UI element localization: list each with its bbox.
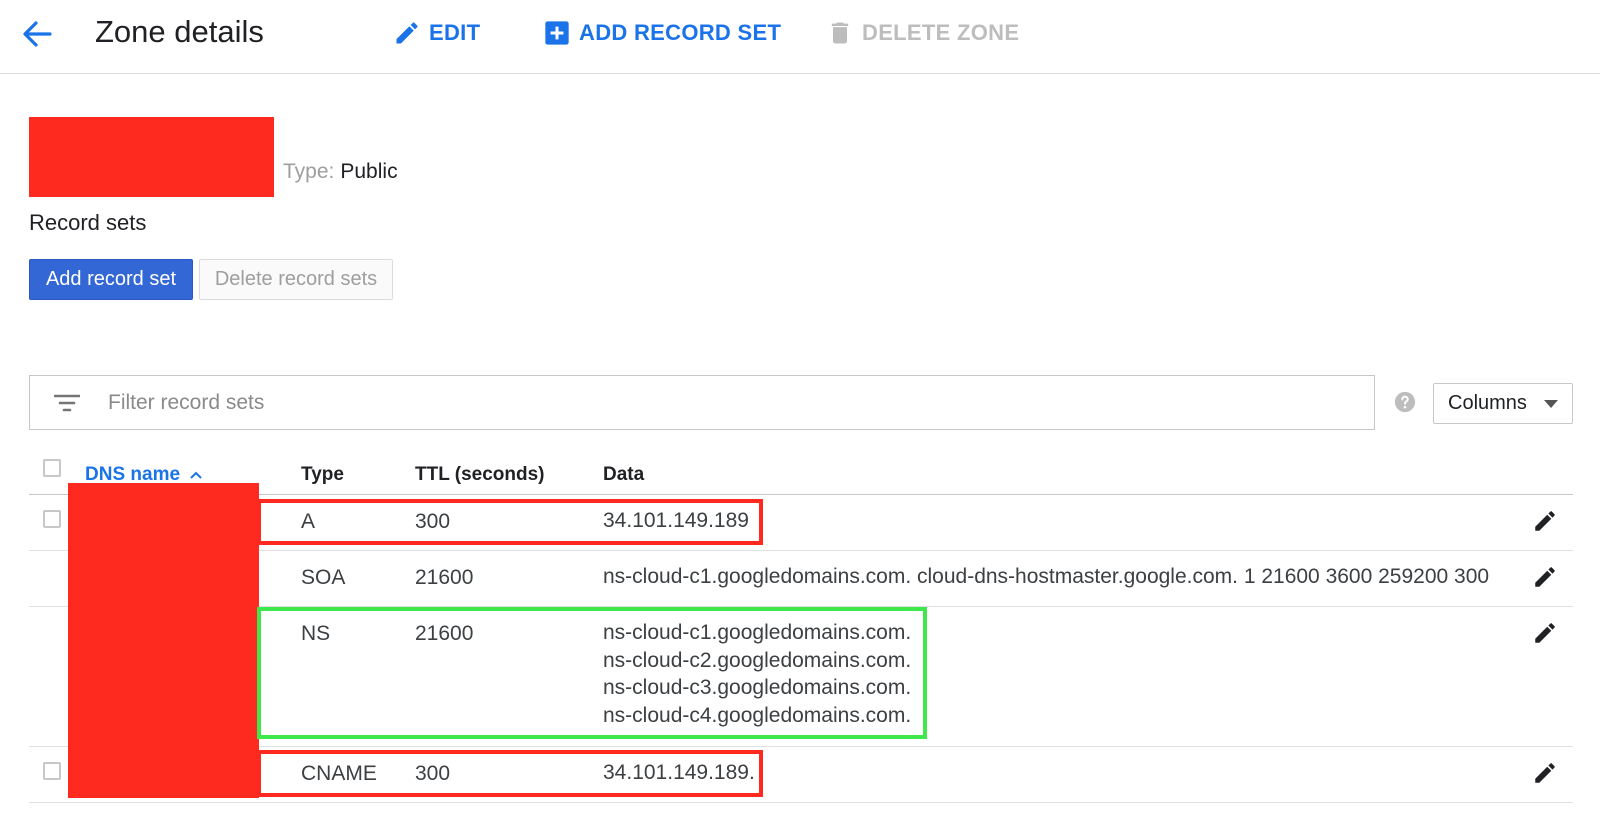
zone-type-label: Type: (283, 160, 335, 183)
record-type: SOA (301, 566, 346, 589)
record-data: ns-cloud-c1.googledomains.com. cloud-dns… (603, 565, 1490, 588)
edit-zone-label: EDIT (429, 20, 481, 45)
record-ttl: 300 (415, 762, 451, 785)
record-data: 34.101.149.189. (603, 761, 755, 784)
pencil-icon[interactable] (1532, 620, 1558, 646)
page-title: Zone details (95, 14, 264, 49)
delete-zone-button[interactable]: DELETE ZONE (826, 17, 1019, 49)
record-type: A (301, 510, 316, 533)
trash-icon (831, 22, 849, 44)
table-row: A 300 34.101.149.189 (29, 495, 1573, 551)
pencil-icon[interactable] (1532, 564, 1558, 590)
zone-type-value: Public (340, 160, 398, 183)
edit-zone-button[interactable]: EDIT (393, 17, 480, 49)
delete-zone-label: DELETE ZONE (862, 20, 1020, 45)
zone-name-redacted (29, 117, 274, 197)
row-checkbox[interactable] (43, 762, 61, 780)
column-header-type[interactable]: Type (301, 464, 344, 486)
top-app-bar: Zone details EDIT ADD RECORD SET DELETE … (0, 0, 1600, 74)
select-all-checkbox[interactable] (43, 459, 61, 477)
columns-label: Columns (1448, 392, 1527, 414)
record-ttl: 21600 (415, 622, 474, 645)
arrow-back-icon[interactable] (18, 14, 56, 54)
zone-type: Type: Public (283, 160, 398, 184)
help-icon[interactable] (1394, 391, 1416, 413)
filter-input[interactable] (106, 389, 1310, 416)
table-row: CNAME 300 34.101.149.189. (29, 747, 1573, 803)
add-record-set-button[interactable]: Add record set (29, 259, 193, 300)
record-data-line: ns-cloud-c2.googledomains.com. (603, 648, 912, 672)
record-data: ns-cloud-c1.googledomains.com. ns-cloud-… (603, 619, 911, 729)
filter-bar[interactable] (29, 375, 1375, 430)
record-data-line: ns-cloud-c1.googledomains.com. (603, 621, 912, 644)
record-ttl: 21600 (415, 566, 474, 589)
add-record-set-top-label: ADD RECORD SET (579, 20, 782, 45)
record-data-line: ns-cloud-c4.googledomains.com. (603, 703, 912, 727)
record-data: 34.101.149.189 (603, 509, 749, 532)
record-type: NS (301, 622, 331, 645)
caret-down-icon (1544, 400, 1558, 408)
add-record-set-top-button[interactable]: ADD RECORD SET (543, 17, 781, 49)
column-header-data: Data (603, 464, 645, 485)
pencil-icon (396, 22, 418, 44)
pencil-icon[interactable] (1532, 508, 1558, 534)
dns-name-redacted (68, 483, 259, 798)
column-header-ttl[interactable]: TTL (seconds) (415, 464, 545, 486)
pencil-icon[interactable] (1532, 760, 1558, 786)
record-data-line: ns-cloud-c3.googledomains.com. (603, 676, 912, 699)
columns-dropdown[interactable]: Columns (1433, 383, 1573, 424)
record-ttl: 300 (415, 510, 451, 533)
table-header: DNS name Type TTL (seconds) Data (29, 455, 1573, 495)
record-sets-heading: Record sets (29, 210, 147, 235)
row-checkbox[interactable] (43, 510, 61, 528)
filter-list-icon (54, 394, 80, 411)
add-box-icon (545, 21, 569, 45)
chevron-up-icon (190, 471, 202, 479)
table-row: NS 21600 ns-cloud-c1.googledomains.com. … (29, 607, 1573, 747)
delete-record-sets-button[interactable]: Delete record sets (199, 259, 393, 300)
table-row: SOA 21600 ns-cloud-c1.googledomains.com.… (29, 551, 1573, 607)
record-type: CNAME (301, 762, 377, 785)
